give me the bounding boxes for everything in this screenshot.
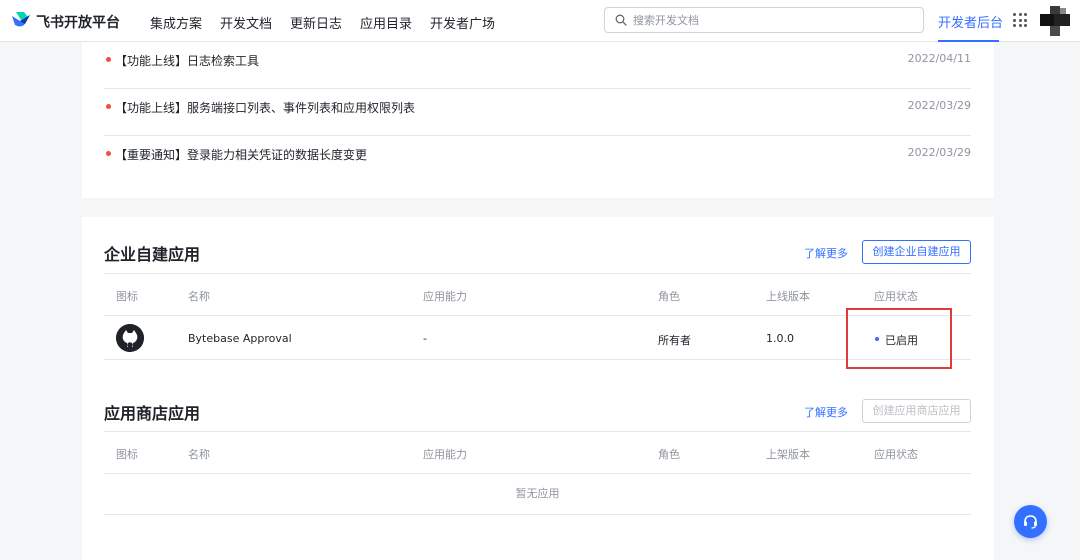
- column-header-status: 应用状态: [874, 448, 918, 461]
- headset-icon: [1024, 515, 1037, 529]
- announcement-title[interactable]: 【功能上线】服务端接口列表、事件列表和应用权限列表: [115, 99, 415, 116]
- section-divider: [104, 273, 971, 274]
- apps-card: 企业自建应用 了解更多 创建企业自建应用 图标 名称 应用能力 角色 上线版本 …: [82, 217, 994, 560]
- create-store-app-button[interactable]: 创建应用商店应用: [862, 399, 971, 423]
- header-divider: [104, 473, 971, 474]
- app-capability: -: [423, 332, 427, 345]
- store-apps-title: 应用商店应用: [104, 404, 201, 423]
- column-header-role: 角色: [658, 290, 680, 303]
- column-header-version: 上架版本: [766, 448, 810, 461]
- column-header-status: 应用状态: [874, 290, 918, 303]
- user-avatar[interactable]: [1040, 6, 1070, 36]
- row-divider: [104, 359, 971, 360]
- bullet-dot: [106, 57, 111, 62]
- app-version: 1.0.0: [766, 332, 794, 345]
- column-header-icon: 图标: [116, 290, 138, 303]
- column-header-capability: 应用能力: [423, 448, 467, 461]
- developer-console-link[interactable]: 开发者后台: [938, 12, 1003, 31]
- custom-apps-learn-more-link[interactable]: 了解更多: [804, 245, 848, 261]
- github-icon: [116, 324, 144, 352]
- announcement-title[interactable]: 【功能上线】日志检索工具: [115, 52, 259, 69]
- doc-search-box[interactable]: [604, 7, 924, 33]
- bullet-dot: [106, 104, 111, 109]
- announcement-item[interactable]: 【重要通知】登录能力相关凭证的数据长度变更 2022/03/29: [104, 136, 971, 183]
- status-highlight-box: [846, 308, 952, 369]
- column-header-name: 名称: [188, 290, 210, 303]
- announcement-date: 2022/04/11: [907, 52, 971, 65]
- brand-name[interactable]: 飞书开放平台: [36, 12, 120, 32]
- column-header-icon: 图标: [116, 448, 138, 461]
- column-header-version: 上线版本: [766, 290, 810, 303]
- announcement-item[interactable]: 【功能上线】服务端接口列表、事件列表和应用权限列表 2022/03/29: [104, 89, 971, 136]
- row-divider: [104, 514, 971, 515]
- feishu-logo-icon[interactable]: [10, 9, 32, 31]
- announcement-item[interactable]: 【功能上线】日志检索工具 2022/04/11: [104, 42, 971, 89]
- search-icon: [615, 14, 627, 26]
- column-header-name: 名称: [188, 448, 210, 461]
- header-divider: [104, 315, 971, 316]
- empty-state-text: 暂无应用: [515, 487, 560, 500]
- announcements-card: 【功能上线】日志检索工具 2022/04/11 【功能上线】服务端接口列表、事件…: [82, 42, 994, 198]
- announcement-date: 2022/03/29: [907, 99, 971, 112]
- top-navigation-bar: 飞书开放平台 集成方案 开发文档 更新日志 应用目录 开发者广场 开发者后台: [0, 0, 1080, 42]
- column-header-capability: 应用能力: [423, 290, 467, 303]
- create-custom-app-button[interactable]: 创建企业自建应用: [862, 240, 971, 264]
- customer-service-button[interactable]: [1014, 505, 1047, 538]
- bullet-dot: [106, 151, 111, 156]
- search-input[interactable]: [633, 11, 913, 29]
- nav-item-changelog[interactable]: 更新日志: [290, 13, 342, 32]
- store-apps-learn-more-link[interactable]: 了解更多: [804, 404, 848, 420]
- column-header-role: 角色: [658, 448, 680, 461]
- nav-item-integration-solutions[interactable]: 集成方案: [150, 13, 202, 32]
- announcement-title[interactable]: 【重要通知】登录能力相关凭证的数据长度变更: [115, 146, 367, 163]
- nav-item-developer-docs[interactable]: 开发文档: [220, 13, 272, 32]
- app-name[interactable]: Bytebase Approval: [188, 332, 292, 345]
- announcement-date: 2022/03/29: [907, 146, 971, 159]
- app-role: 所有者: [658, 334, 691, 347]
- app-launcher-grid-icon[interactable]: [1013, 13, 1027, 27]
- custom-apps-title: 企业自建应用: [104, 245, 201, 264]
- section-divider: [104, 431, 971, 432]
- nav-item-developer-square[interactable]: 开发者广场: [430, 13, 495, 32]
- nav-item-app-directory[interactable]: 应用目录: [360, 13, 412, 32]
